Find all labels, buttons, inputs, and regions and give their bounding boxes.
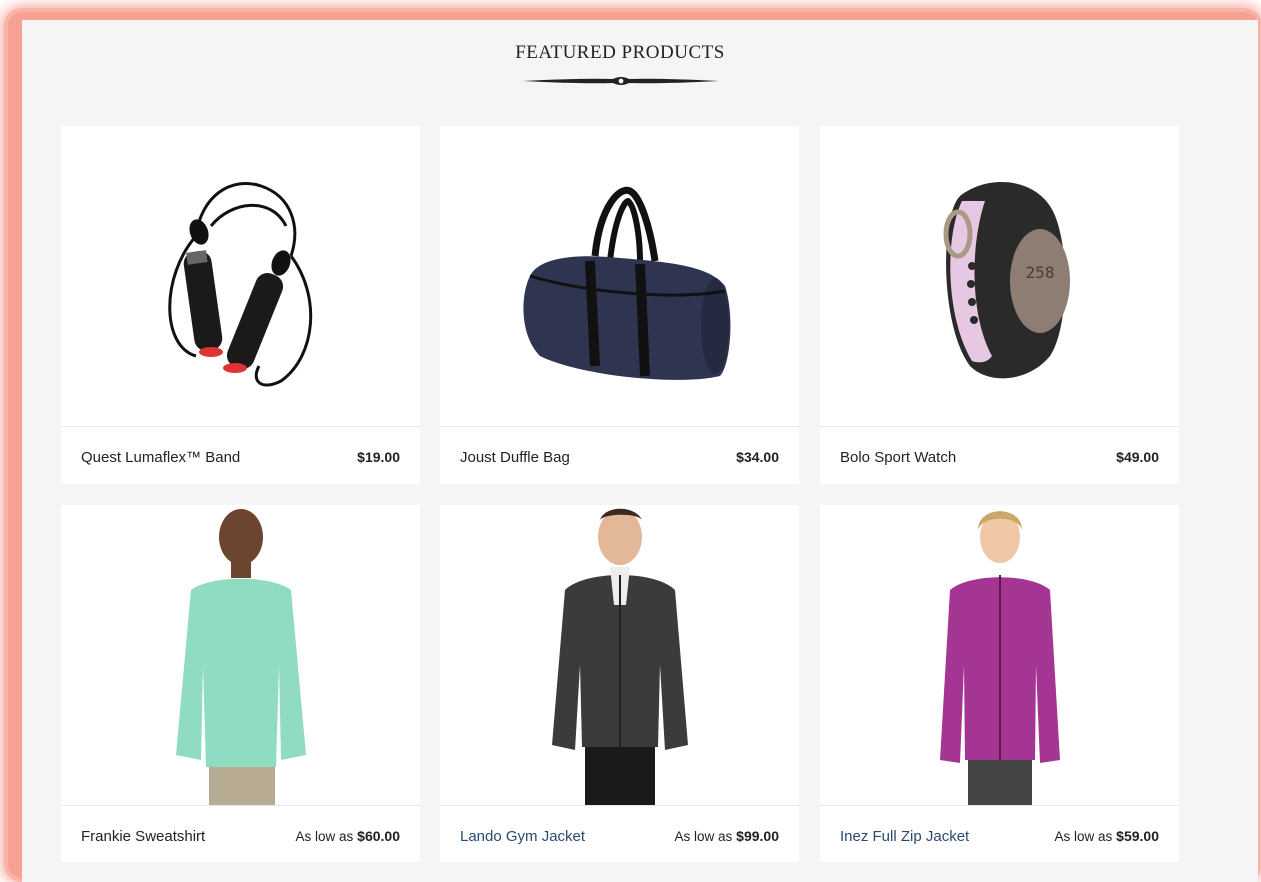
product-info: Joust Duffle Bag $34.00 xyxy=(440,426,799,485)
product-info: Lando Gym Jacket As low as $99.00 xyxy=(440,805,799,864)
product-image[interactable] xyxy=(61,505,420,805)
product-name[interactable]: Frankie Sweatshirt xyxy=(81,828,205,845)
product-image[interactable] xyxy=(820,505,1179,805)
jump-rope-icon xyxy=(167,181,312,387)
svg-text:258: 258 xyxy=(1025,263,1054,282)
product-info: Bolo Sport Watch $49.00 xyxy=(820,426,1179,485)
product-price: $49.00 xyxy=(1116,449,1159,465)
product-info: Quest Lumaflex™ Band $19.00 xyxy=(61,426,420,485)
product-card[interactable]: Lando Gym Jacket As low as $99.00 xyxy=(440,505,799,862)
product-image[interactable]: 258 xyxy=(820,126,1179,426)
gym-jacket-model-icon xyxy=(551,508,688,805)
product-name[interactable]: Quest Lumaflex™ Band xyxy=(81,449,240,466)
zip-jacket-model-icon xyxy=(939,511,1060,805)
product-card[interactable]: Joust Duffle Bag $34.00 xyxy=(440,126,799,484)
section-title: FEATURED PRODUCTS xyxy=(515,42,725,63)
sweatshirt-model-icon xyxy=(175,509,306,805)
product-price: As low as $99.00 xyxy=(674,828,780,844)
featured-products-section: FEATURED PRODUCTS Quest Lumaflex™ Band $… xyxy=(22,20,1258,882)
product-info: Frankie Sweatshirt As low as $60.00 xyxy=(61,805,420,864)
product-image[interactable] xyxy=(61,126,420,426)
product-info: Inez Full Zip Jacket As low as $59.00 xyxy=(820,805,1179,864)
product-card[interactable]: Inez Full Zip Jacket As low as $59.00 xyxy=(820,505,1179,862)
product-name[interactable]: Joust Duffle Bag xyxy=(460,449,570,466)
product-price: As low as $59.00 xyxy=(1054,828,1160,844)
product-name[interactable]: Bolo Sport Watch xyxy=(840,449,956,466)
sport-watch-icon: 258 xyxy=(943,182,1070,379)
product-image[interactable] xyxy=(440,126,799,426)
product-image[interactable] xyxy=(440,505,799,805)
product-price: $34.00 xyxy=(736,449,779,465)
product-card[interactable]: Frankie Sweatshirt As low as $60.00 xyxy=(61,505,420,862)
product-card[interactable]: Quest Lumaflex™ Band $19.00 xyxy=(61,126,420,484)
ornament-divider-icon xyxy=(523,77,719,85)
product-price: As low as $60.00 xyxy=(295,828,401,844)
duffle-bag-icon xyxy=(522,186,730,380)
product-name[interactable]: Lando Gym Jacket xyxy=(460,828,585,845)
product-price: $19.00 xyxy=(357,449,400,465)
product-card[interactable]: 258 Bolo Sport Watch $49.00 xyxy=(820,126,1179,484)
product-name[interactable]: Inez Full Zip Jacket xyxy=(840,828,969,845)
